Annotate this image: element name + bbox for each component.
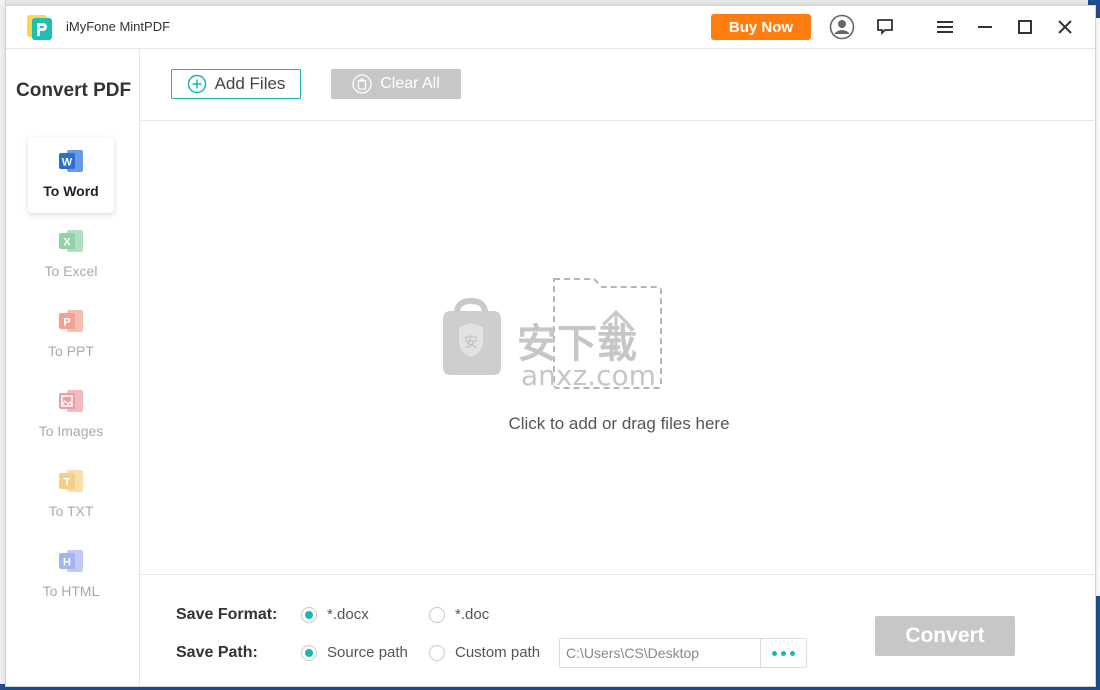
sidebar-item-label: To Images (38, 423, 104, 439)
mintpdf-logo-icon (27, 15, 52, 40)
excel-icon: X (59, 230, 83, 252)
sidebar-item-label: To HTML (42, 583, 100, 599)
radio-label: *.doc (455, 606, 490, 623)
sidebar-item-label: To PPT (48, 343, 94, 359)
radio-button (429, 644, 445, 661)
buy-now-button[interactable]: Buy Now (711, 14, 811, 40)
sidebar-item-label: To Word (43, 183, 99, 199)
more-dot-icon (772, 650, 777, 656)
save-path-label: Save Path: (176, 644, 258, 661)
sidebar-item-to-images[interactable]: To Images (28, 377, 114, 453)
radio-label: *.docx (327, 606, 369, 623)
format-option-docx[interactable]: *.docx (301, 606, 369, 623)
convert-button[interactable]: Convert (875, 616, 1015, 656)
radio-label: Source path (327, 644, 408, 661)
image-icon (59, 390, 83, 412)
sidebar-item-label: To Excel (44, 263, 98, 279)
sidebar-item-to-txt[interactable]: T To TXT (28, 457, 114, 533)
radio-button (301, 644, 317, 661)
more-dot-icon (781, 650, 786, 656)
minimize-icon[interactable] (972, 14, 998, 40)
account-icon[interactable] (829, 14, 855, 40)
svg-text:P: P (63, 317, 70, 329)
browse-path-button[interactable] (760, 639, 806, 667)
drop-instruction: Click to add or drag files here (508, 414, 730, 433)
path-option-source[interactable]: Source path (301, 644, 408, 661)
svg-text:T: T (64, 477, 71, 489)
file-drop-zone[interactable]: 安 安下载 anxz.com Click to add or drag file… (141, 122, 1097, 575)
trash-icon (352, 74, 372, 94)
feedback-icon[interactable] (872, 14, 898, 40)
menu-icon[interactable] (932, 14, 958, 40)
svg-text:H: H (63, 557, 71, 569)
add-files-label: Add Files (214, 74, 286, 93)
app-window: iMyFone MintPDF Buy Now Convert PDF W To… (5, 5, 1097, 687)
maximize-icon[interactable] (1012, 14, 1038, 40)
word-icon: W (59, 150, 83, 172)
sidebar: Convert PDF W To Word X To Excel P To PP… (6, 49, 140, 686)
sidebar-item-to-html[interactable]: H To HTML (28, 537, 114, 613)
txt-icon: T (59, 470, 83, 492)
radio-button (429, 606, 445, 623)
more-dot-icon (790, 650, 795, 656)
sidebar-item-label: To TXT (48, 503, 94, 519)
watermark-subtext: anxz.com (521, 359, 656, 392)
radio-button (301, 606, 317, 623)
clear-all-button[interactable]: Clear All (331, 69, 461, 99)
clear-all-label: Clear All (380, 75, 440, 92)
sidebar-item-to-word[interactable]: W To Word (28, 137, 114, 213)
html-icon: H (59, 550, 83, 572)
plus-circle-icon (187, 74, 206, 94)
title-bar: iMyFone MintPDF Buy Now (6, 6, 1095, 49)
save-format-label: Save Format: (176, 606, 278, 623)
conversion-settings: Save Format: *.docx *.doc Save Path: Sou… (141, 576, 1097, 686)
svg-text:W: W (62, 157, 73, 169)
add-files-button[interactable]: Add Files (171, 69, 301, 99)
app-title: iMyFone MintPDF (66, 19, 171, 34)
svg-text:安: 安 (464, 335, 478, 351)
ppt-icon: P (59, 310, 83, 332)
watermark-illustration: 安 安下载 anxz.com (443, 278, 662, 392)
path-option-custom[interactable]: Custom path (429, 644, 540, 661)
sidebar-item-to-excel[interactable]: X To Excel (28, 217, 114, 293)
sidebar-item-to-ppt[interactable]: P To PPT (28, 297, 114, 373)
close-icon[interactable] (1052, 14, 1078, 40)
svg-text:X: X (63, 237, 71, 249)
radio-label: Custom path (455, 644, 541, 661)
toolbar: Add Files Clear All (141, 49, 1097, 121)
sidebar-title: Convert PDF (16, 80, 132, 101)
format-option-doc[interactable]: *.doc (429, 606, 489, 623)
